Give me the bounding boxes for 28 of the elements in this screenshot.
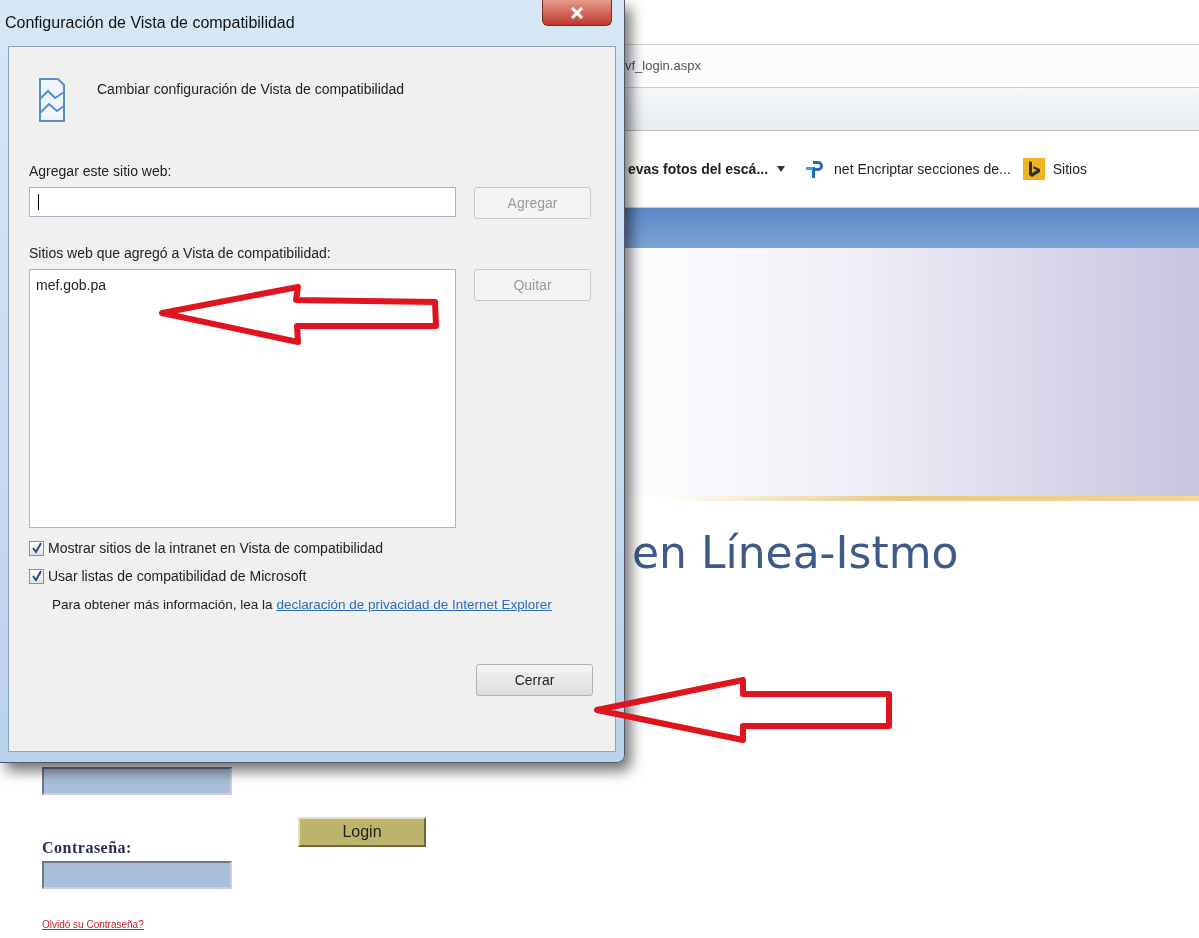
bing-icon	[1022, 158, 1045, 180]
list-label: Sitios web que agregó a Vista de compatibilidad:	[29, 245, 331, 261]
close-dialog-button[interactable]: Cerrar	[476, 664, 593, 697]
info-text: Para obtener más información, lea la declaración de privacidad de Internet Explorer	[52, 596, 553, 614]
login-button[interactable]: Login	[298, 817, 426, 847]
checkbox[interactable]	[29, 540, 44, 556]
site-title: en Línea-Istmo	[632, 529, 959, 578]
site-list[interactable]: mef.gob.pa	[29, 269, 456, 528]
privacy-link[interactable]: declaración de privacidad de Internet Explorer	[276, 597, 552, 612]
favorite-item[interactable]: net Encriptar secciones de...	[834, 159, 1011, 179]
dialog-heading: Cambiar configuración de Vista de compatibilidad	[97, 81, 405, 97]
password-label: Contraseña:	[42, 839, 133, 857]
close-button[interactable]	[542, 0, 612, 26]
password-field[interactable]	[42, 861, 232, 889]
favorite-item[interactable]: evas fotos del escá...	[628, 159, 769, 179]
favorite-item[interactable]: Sitios	[1052, 159, 1087, 179]
field-label: Agregar este sitio web:	[29, 163, 172, 179]
caret-icon[interactable]	[776, 166, 787, 172]
checkbox[interactable]	[29, 568, 44, 584]
checkbox-label: Mostrar sitios de la intranet en Vista de compatibilidad	[48, 540, 384, 556]
close-icon	[570, 6, 584, 19]
site-item[interactable]: mef.gob.pa	[34, 276, 109, 294]
website-input[interactable]	[29, 187, 456, 217]
username-field[interactable]	[42, 767, 232, 795]
document-icon	[37, 77, 67, 123]
forgot-password-link[interactable]: Olvidó su Contraseña?	[42, 919, 144, 930]
window-title: Configuración de Vista de compatibilidad	[5, 14, 295, 32]
checkbox-label: Usar listas de compatibilidad de Microsoft	[48, 568, 307, 584]
